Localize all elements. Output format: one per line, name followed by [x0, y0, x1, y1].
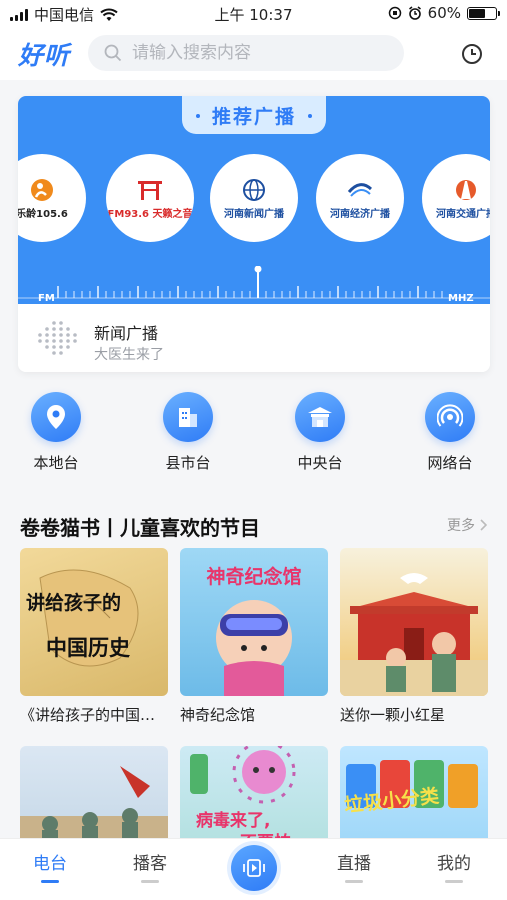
now-playing-title: 新闻广播 [94, 324, 159, 343]
section-title: 卷卷猫书丨儿童喜欢的节目 [20, 516, 260, 540]
broadcast-section-title: 推荐广播 [211, 106, 296, 128]
station-item[interactable]: FM93.6 天籁之音 [106, 154, 194, 242]
category-label: 县市台 [165, 454, 211, 472]
station-name: 河南经济广播 [330, 208, 390, 220]
station-name: FM93.6 天籁之音 [107, 208, 193, 220]
category-label: 网络台 [427, 454, 473, 472]
history-clock-icon[interactable] [461, 43, 483, 65]
search-icon [104, 44, 122, 62]
now-playing-subtitle: 大医生来了 [94, 347, 164, 363]
category-central[interactable]: 中央台 [270, 392, 370, 473]
tab-live[interactable]: 直播 [314, 849, 394, 883]
battery-percent: 60% [427, 4, 461, 22]
cover-text: 中国历史 [46, 636, 130, 660]
globe-logo-icon [239, 177, 269, 203]
chevron-right-icon [480, 519, 487, 531]
tab-radio[interactable]: 电台 [10, 849, 90, 883]
ruler-indicator-dot [254, 266, 262, 273]
swirl-logo-icon [345, 177, 375, 203]
battery-icon [467, 6, 500, 20]
program-item[interactable]: 神奇纪念馆 神奇纪念馆 [180, 548, 328, 725]
tab-label: 电台 [33, 854, 67, 874]
road-logo-icon [451, 177, 481, 203]
recommended-broadcast-card: 推荐广播 乐龄105.6 FM93.6 天籁之音 河南新闻广播 河南经济广播 河… [18, 96, 490, 372]
category-county[interactable]: 县市台 [138, 392, 238, 473]
palace-icon [295, 392, 345, 442]
category-local[interactable]: 本地台 [6, 392, 106, 473]
more-label: 更多 [447, 518, 475, 534]
building-icon [163, 392, 213, 442]
signal-tower-icon [425, 392, 475, 442]
cover-text: 讲给孩子的 [26, 592, 122, 614]
alarm-icon [408, 6, 421, 20]
category-row: 本地台 县市台 中央台 网络台 [0, 392, 507, 484]
ruler-label-right: MHZ [448, 293, 474, 304]
now-playing[interactable]: 新闻广播 大医生来了 [18, 304, 490, 372]
player-button[interactable] [231, 845, 277, 891]
program-name: 送你一颗小红星 [340, 706, 446, 724]
tab-podcast[interactable]: 播客 [110, 849, 190, 883]
station-name: 河南新闻广播 [224, 208, 284, 220]
station-name: 河南交通广播 [436, 208, 490, 220]
gate-logo-icon [135, 177, 165, 203]
location-pin-icon [31, 392, 81, 442]
audio-dots-icon [38, 321, 77, 355]
play-wave-icon [243, 859, 265, 877]
tab-label: 我的 [437, 854, 471, 874]
program-name: 神奇纪念馆 [180, 706, 256, 724]
tab-mine[interactable]: 我的 [414, 849, 494, 883]
more-link[interactable]: 更多 [447, 515, 487, 535]
category-label: 中央台 [297, 454, 343, 472]
station-item[interactable]: 河南新闻广播 [210, 154, 298, 242]
bottom-tab-bar: 电台 播客 直播 我的 [0, 838, 507, 900]
station-item[interactable]: 河南经济广播 [316, 154, 404, 242]
status-bar: 中国电信 上午 10:37 60% [0, 0, 507, 28]
program-cover [340, 548, 488, 696]
program-cover: 讲给孩子的 中国历史 [20, 548, 168, 696]
tab-label: 直播 [337, 854, 371, 874]
app-logo: 好听 [18, 41, 71, 70]
search-bar[interactable] [88, 35, 404, 71]
station-name: 乐龄105.6 [18, 208, 68, 220]
program-item[interactable]: 讲给孩子的 中国历史 《讲给孩子的中国历史》 [20, 548, 168, 725]
orientation-lock-icon [388, 6, 401, 20]
frequency-ruler[interactable]: FM MHZ [18, 266, 490, 304]
category-network[interactable]: 网络台 [400, 392, 500, 473]
program-cover: 神奇纪念馆 [180, 548, 328, 696]
search-input[interactable] [132, 43, 382, 63]
cover-text: 神奇纪念馆 [206, 566, 302, 588]
ruler-label-left: FM [38, 293, 55, 304]
category-label: 本地台 [33, 454, 79, 472]
program-item[interactable]: 送你一颗小红星 [340, 548, 488, 725]
tab-label: 播客 [133, 854, 167, 874]
person-logo-icon [27, 177, 57, 203]
program-name: 《讲给孩子的中国历史》 [20, 706, 168, 724]
app-header: 好听 [0, 28, 507, 80]
